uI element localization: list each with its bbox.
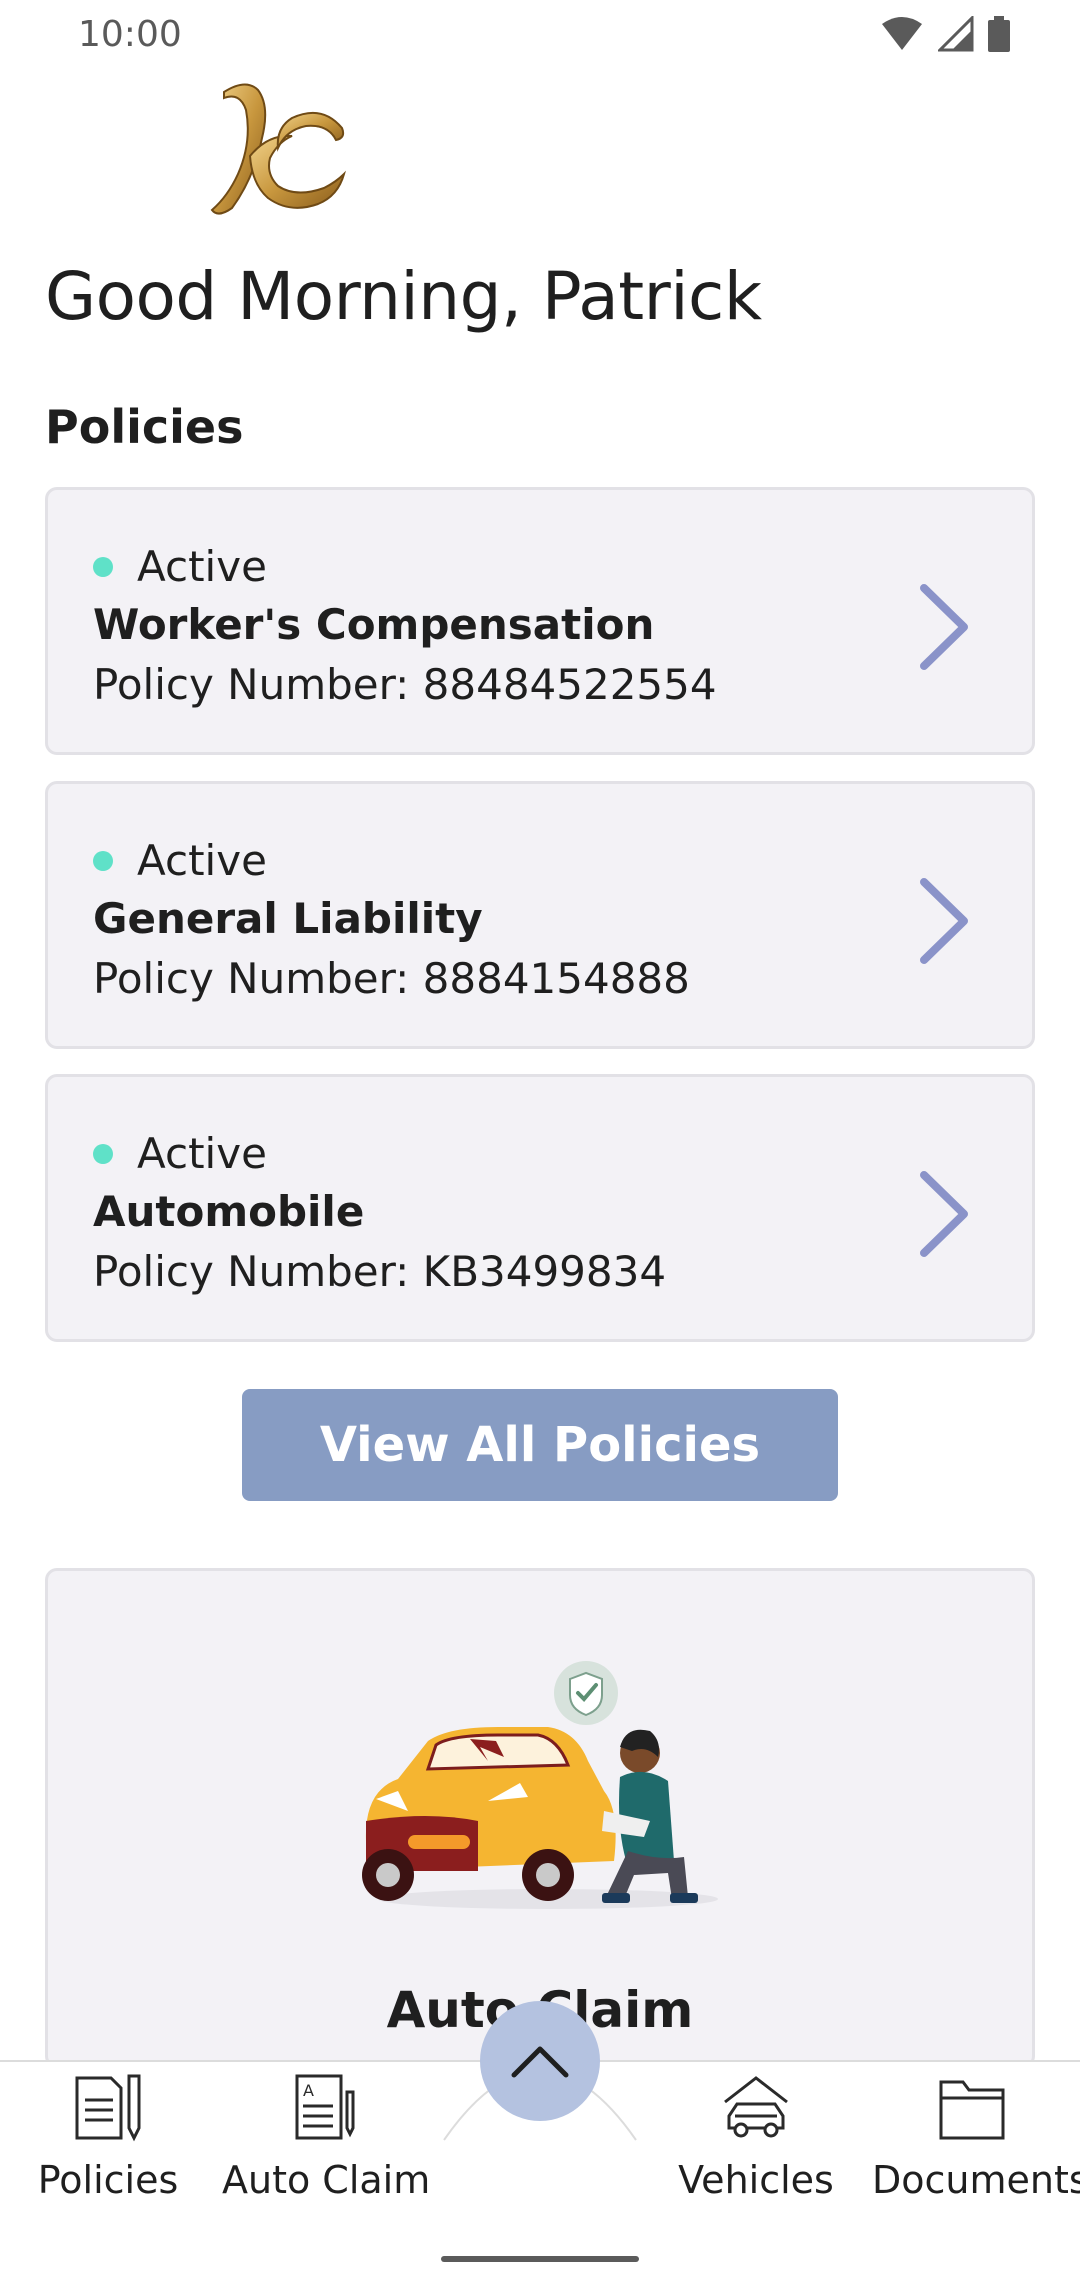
policy-card-workers-compensation[interactable]: Active Worker's Compensation Policy Numb… — [45, 487, 1035, 755]
battery-icon — [988, 16, 1010, 52]
chevron-up-icon — [511, 2046, 569, 2078]
wifi-icon — [882, 17, 922, 50]
nav-item-documents[interactable]: Documents — [872, 2072, 1080, 2202]
policy-number-label: Policy Number: — [93, 660, 410, 709]
policy-number-label: Policy Number: — [93, 1247, 410, 1296]
nav-item-auto-claim[interactable]: A Auto Claim — [222, 2072, 431, 2202]
policy-number-line: Policy Number: 88484522554 — [93, 660, 717, 709]
car-garage-icon — [724, 2076, 788, 2138]
policy-card-general-liability[interactable]: Active General Liability Policy Number: … — [45, 781, 1035, 1049]
folder-icon — [939, 2080, 1005, 2140]
auto-claim-card[interactable]: Auto Claim — [45, 1568, 1035, 2068]
greeting-title: Good Morning, Patrick — [45, 258, 762, 335]
policy-status: Active — [93, 542, 267, 591]
view-all-policies-button[interactable]: View All Policies — [242, 1389, 838, 1501]
status-time: 10:00 — [78, 14, 182, 55]
policy-name: Automobile — [93, 1187, 365, 1236]
chevron-right-icon[interactable] — [916, 876, 972, 966]
policy-number-label: Policy Number: — [93, 954, 410, 1003]
active-status-dot — [93, 556, 113, 577]
car-damage-inspection-illustration — [362, 1661, 718, 1909]
policy-status-label: Active — [137, 1129, 267, 1178]
policies-document-pen-icon — [75, 2074, 141, 2142]
policy-number: KB3499834 — [422, 1247, 667, 1296]
svg-text:A: A — [303, 2081, 314, 2100]
policy-card-automobile[interactable]: Active Automobile Policy Number: KB34998… — [45, 1074, 1035, 1342]
nav-item-vehicles[interactable]: Vehicles — [656, 2072, 856, 2202]
claim-form-icon: A — [295, 2074, 355, 2140]
expand-menu-fab[interactable] — [480, 2001, 600, 2121]
chevron-right-icon[interactable] — [916, 1169, 972, 1259]
active-status-dot — [93, 1143, 113, 1164]
company-logo — [210, 83, 346, 215]
policies-section-title: Policies — [45, 400, 244, 454]
nav-label-auto-claim: Auto Claim — [222, 2158, 431, 2202]
policy-name: General Liability — [93, 894, 483, 943]
policy-number-line: Policy Number: 8884154888 — [93, 954, 690, 1003]
status-bar: 10:00 — [0, 0, 1080, 70]
home-indicator[interactable] — [441, 2256, 639, 2262]
policy-status-label: Active — [137, 542, 267, 591]
policy-status: Active — [93, 1129, 267, 1178]
chevron-right-icon[interactable] — [916, 582, 972, 672]
policy-number: 8884154888 — [422, 954, 690, 1003]
policy-status: Active — [93, 836, 267, 885]
nav-item-policies[interactable]: Policies — [8, 2072, 208, 2202]
nav-label-documents: Documents — [872, 2158, 1080, 2202]
policy-status-label: Active — [137, 836, 267, 885]
status-icons — [880, 16, 1010, 52]
cellular-signal-icon — [938, 16, 974, 52]
nav-label-vehicles: Vehicles — [678, 2158, 834, 2202]
policy-name: Worker's Compensation — [93, 600, 655, 649]
active-status-dot — [93, 850, 113, 871]
policy-number-line: Policy Number: KB3499834 — [93, 1247, 666, 1296]
policy-number: 88484522554 — [422, 660, 717, 709]
nav-label-policies: Policies — [37, 2158, 179, 2202]
